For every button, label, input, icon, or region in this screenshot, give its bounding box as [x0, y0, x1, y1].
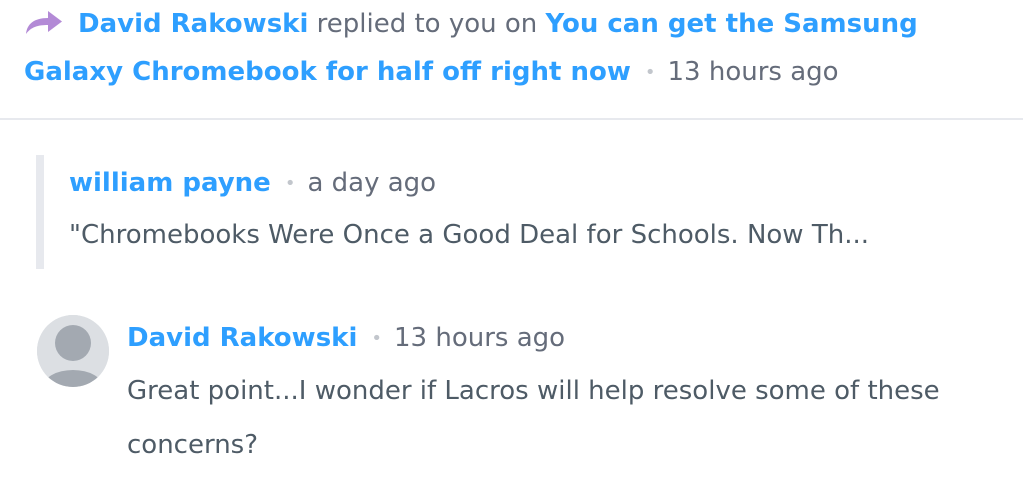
default-user-avatar-icon[interactable] — [37, 315, 109, 387]
separator-dot: • — [284, 173, 296, 194]
quoted-timestamp[interactable]: a day ago — [307, 168, 436, 198]
avatar-silhouette-icon — [37, 315, 109, 387]
quoted-comment[interactable]: william payne • a day ago "Chromebooks Wer… — [36, 155, 996, 269]
notification-line-1: David Rakowski replied to you on You can… — [24, 0, 918, 48]
reply-meta: David Rakowski • 13 hours ago — [127, 314, 565, 363]
notification-author-link[interactable]: David Rakowski — [78, 9, 308, 39]
notification-line-2: Galaxy Chromebook for half off right now… — [24, 48, 839, 97]
quoted-comment-meta: william payne • a day ago — [69, 161, 436, 206]
reply-timestamp[interactable]: 13 hours ago — [394, 323, 565, 353]
reply-arrow-icon — [26, 11, 62, 34]
separator-dot: • — [371, 328, 382, 349]
separator-dot: • — [644, 62, 656, 83]
article-title-link-part2[interactable]: Galaxy Chromebook for half off right now — [24, 57, 631, 87]
article-title-link-part1[interactable]: You can get the Samsung — [546, 9, 918, 39]
quoted-comment-excerpt: "Chromebooks Were Once a Good Deal for S… — [69, 220, 869, 250]
notification-header: David Rakowski replied to you on You can… — [0, 0, 1023, 120]
notification-action-text: replied to you on — [316, 9, 538, 39]
reply-body-text: Great point...I wonder if Lacros will he… — [127, 376, 940, 460]
quoted-author-link[interactable]: william payne — [69, 168, 271, 198]
reply-author-link[interactable]: David Rakowski — [127, 323, 357, 353]
notification-timestamp[interactable]: 13 hours ago — [668, 57, 839, 87]
